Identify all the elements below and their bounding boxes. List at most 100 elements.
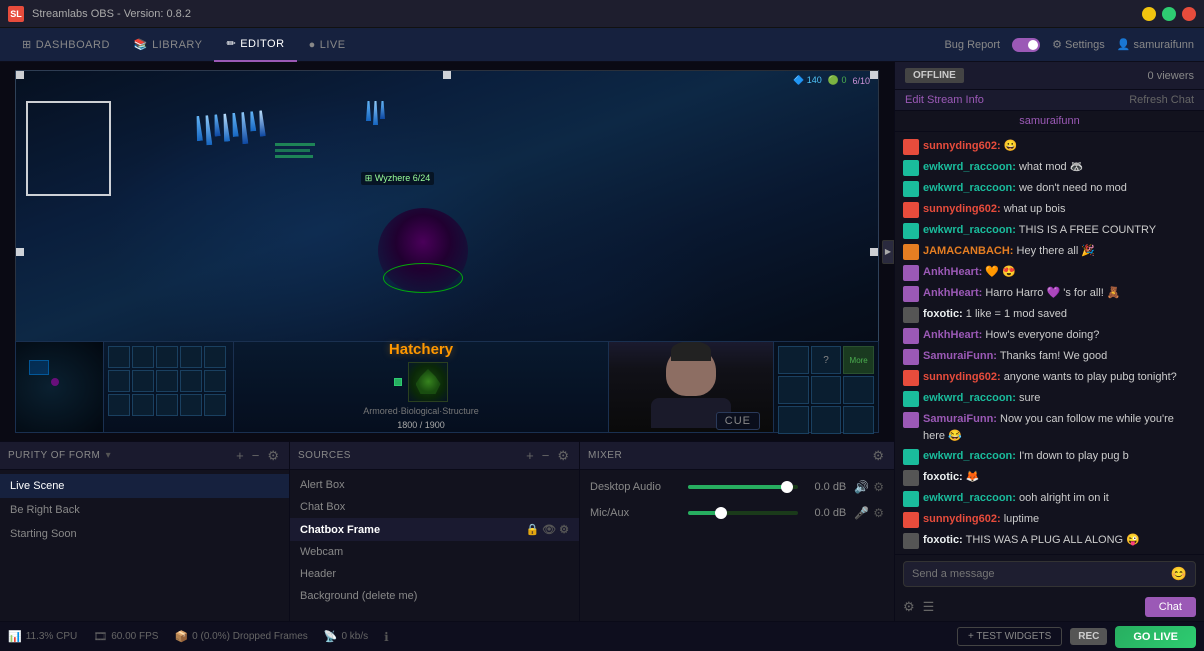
nav-library[interactable]: 📚 LIBRARY [122,28,215,62]
cmd-btn-1[interactable] [778,346,809,374]
scenes-settings-button[interactable]: ⚙ [265,448,281,464]
bug-report-button[interactable]: Bug Report [944,39,1000,51]
mixer-track-label-mic: Mic/Aux [590,507,680,519]
source-visible-icon[interactable]: 👁 [542,523,556,536]
nav-dashboard[interactable]: ⊞ DASHBOARD [10,28,122,62]
mixer-mute-desktop[interactable]: 🔊 [854,480,869,494]
mixer-panel: MIXER ⚙ Desktop Audio 0.0 dB [580,442,894,621]
chat-message: ewkwrd_raccoon: sure [895,388,1204,409]
unit-structure: Armored·Biological·Structure [363,406,479,416]
window-controls [1142,7,1196,21]
close-button[interactable] [1182,7,1196,21]
mixer-settings-button[interactable]: ⚙ [870,448,886,464]
unit-indicator: ⊞ Wyzhere 6/24 [361,172,435,185]
info-icon[interactable]: ℹ [384,630,389,644]
statusbar: 📊 11.3% CPU 🎞 60.00 FPS 📦 0 (0.0%) Dropp… [0,621,1204,651]
bottom-panels: PURITY OF FORM ▾ + − ⚙ Live Scene ⋮⋮⋮ [0,441,894,621]
status-dropped: 📦 0 (0.0%) Dropped Frames [174,630,307,643]
chat-message: foxotic: 1 like = 1 mod saved [895,304,1204,325]
sources-add-button[interactable]: + [524,448,536,464]
scenes-title: PURITY OF FORM ▾ [8,450,234,461]
nav-live[interactable]: ● LIVE [297,28,358,62]
cmd-btn-5[interactable] [843,376,874,404]
bandwidth-icon: 📡 [324,630,338,643]
chat-list-button[interactable]: ☰ [923,599,935,615]
settings-button[interactable]: ⚙ Settings [1052,38,1105,51]
selection-box [26,101,111,196]
scenes-header-buttons: + − ⚙ [234,448,281,464]
maximize-button[interactable] [1162,7,1176,21]
source-item-alertbox[interactable]: Alert Box [290,474,579,496]
mixer-gear-mic[interactable]: ⚙ [873,506,884,520]
chat-avatar [903,307,919,323]
chat-message: foxotic: THIS WAS A PLUG ALL ALONG 😜 [895,530,1204,551]
cmd-btn-6[interactable] [778,406,809,434]
mixer-slider-desktop[interactable] [688,485,798,489]
collapse-arrow[interactable]: ▶ [882,240,894,264]
chat-avatar [903,449,919,465]
chat-avatar [903,328,919,344]
minimize-button[interactable] [1142,7,1156,21]
cmd-btn-7[interactable] [811,406,842,434]
nav-editor[interactable]: ✏ EDITOR [214,28,296,62]
chat-message: foxotic: 🦊 [895,467,1204,488]
sources-settings-button[interactable]: ⚙ [555,448,571,464]
chat-input[interactable] [912,568,1171,580]
scene-item-brb[interactable]: Be Right Back [0,498,289,522]
cmd-btn-more[interactable]: More [843,346,874,374]
sources-list: Alert Box Chat Box Chatbox Frame 🔒 👁 ⚙ [290,470,579,621]
corner-tl [16,71,24,79]
go-live-button[interactable]: GO LIVE [1115,626,1196,648]
preview-canvas[interactable]: ⊞ Wyzhere 6/24 🔷 140 🟢 0 6/10 [0,62,894,441]
unit-thumb-icon [394,378,402,386]
refresh-chat-button[interactable]: Refresh Chat [1119,90,1204,110]
cmd-btn-3[interactable] [778,376,809,404]
cmd-btn-8[interactable] [843,406,874,434]
user-icon: 👤 [1117,38,1131,51]
chat-avatar [903,160,919,176]
source-settings-icon[interactable]: ⚙ [559,523,569,536]
chat-input-wrap: 😊 [903,561,1196,587]
edit-stream-info-button[interactable]: Edit Stream Info [895,90,994,110]
sources-remove-button[interactable]: − [540,448,552,464]
chat-emoji-button[interactable]: 😊 [1171,566,1187,582]
scenes-add-button[interactable]: + [234,448,246,464]
source-item-chatbox[interactable]: Chat Box [290,496,579,518]
unit-health: 1800 / 1900 [397,420,445,430]
fps-icon: 🎞 [93,630,107,643]
feature-toggle[interactable] [1012,38,1040,52]
chat-message: ewkwrd_raccoon: we don't need no mod [895,178,1204,199]
corner-mr [870,248,878,256]
chat-message: sunnyding602: what up bois [895,199,1204,220]
user-button[interactable]: 👤 samuraifunn [1117,38,1194,51]
chat-message: AnkhHeart: 🧡 😍 [895,262,1204,283]
scene-item-live[interactable]: Live Scene ⋮⋮⋮ [0,474,289,498]
chat-message: ewkwrd_raccoon: I'm down to play pug b [895,446,1204,467]
command-panel: ? More [773,342,878,432]
hud-top: 🔷 140 🟢 0 6/10 [793,75,870,86]
scenes-panel: PURITY OF FORM ▾ + − ⚙ Live Scene ⋮⋮⋮ [0,442,290,621]
chat-send-button[interactable]: Chat [1145,597,1196,617]
scenes-remove-button[interactable]: − [250,448,262,464]
source-item-header[interactable]: Header [290,563,579,585]
unit-name-display: Hatchery [389,341,453,358]
source-item-background[interactable]: Background (delete me) [290,585,579,607]
mixer-gear-desktop[interactable]: ⚙ [873,480,884,494]
cmd-btn-4[interactable] [811,376,842,404]
unit-detail-panel: Hatchery Armored·Biological·Structure 18… [234,342,608,432]
scene-item-starting[interactable]: Starting Soon [0,522,289,546]
source-item-chatboxframe[interactable]: Chatbox Frame 🔒 👁 ⚙ [290,518,579,541]
offline-badge: OFFLINE [905,68,964,83]
mixer-slider-mic[interactable] [688,511,798,515]
rec-button[interactable]: REC [1070,628,1107,645]
test-widgets-button[interactable]: + TEST WIDGETS [957,627,1062,646]
chat-settings-button[interactable]: ⚙ [903,599,915,615]
cpu-icon: 📊 [8,630,22,643]
chat-avatar [903,533,919,549]
source-lock-icon[interactable]: 🔒 [525,523,539,536]
corner-tm [443,71,451,79]
scenes-panel-header: PURITY OF FORM ▾ + − ⚙ [0,442,289,470]
mixer-mute-mic[interactable]: 🎤 [854,506,869,520]
source-item-webcam[interactable]: Webcam [290,541,579,563]
cmd-btn-2[interactable]: ? [811,346,842,374]
